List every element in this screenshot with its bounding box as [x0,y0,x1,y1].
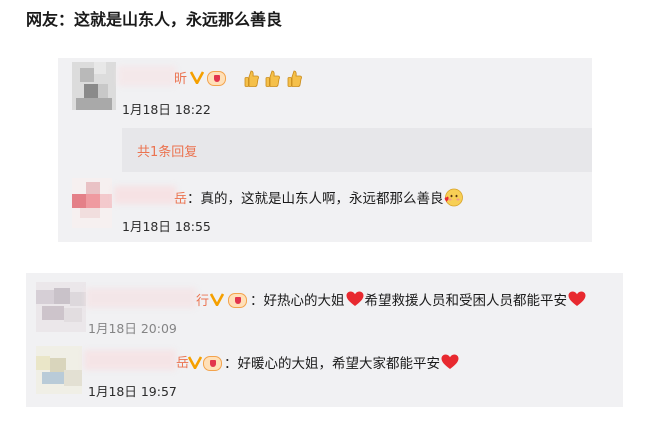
username-blurred[interactable] [86,288,196,308]
username-visible-part: 行 [196,294,210,309]
username-visible-part: 岳 [174,192,188,207]
thumbs-up-icon [287,70,302,87]
avatar[interactable] [72,178,112,228]
reply-count-link[interactable]: 共1条回复 [137,141,197,160]
reply-text: ：真的，这就是山东人啊，永远都那么善良 [187,187,463,207]
thumbs-up-icon [244,70,259,87]
comment-text: ：好热心的大姐 希望救援人员和受困人员都能平安 [250,289,587,309]
username-blurred[interactable] [114,186,176,204]
username-blurred[interactable] [118,66,176,86]
verified-badge-icon [189,70,205,85]
avatar[interactable] [36,282,86,332]
comment-text-part-2: 希望救援人员和受困人员都能平安 [364,293,568,309]
thumbs-up-icon [265,70,280,87]
verified-badge-icon [187,355,203,370]
reply-timestamp: 1月18日 18:55 [122,219,211,234]
vip-badge-icon [203,356,222,371]
username-visible-part: 昕 [174,72,188,87]
reply-count-bar[interactable]: 共1条回复 [122,128,592,172]
username[interactable]: 岳 [174,188,187,208]
comment-timestamp: 1月18日 19:57 [88,384,177,399]
username[interactable]: 昕 [174,68,187,88]
heart-icon [346,291,364,307]
vip-badge-icon [207,71,226,86]
comment-timestamp: 1月18日 20:09 [88,321,177,336]
comment-text-part-1: ：好热心的大姐 [250,293,345,309]
heart-icon [441,354,459,370]
avatar[interactable] [72,62,116,110]
username[interactable]: 行 [196,290,209,310]
avatar[interactable] [36,346,82,394]
comment-timestamp: 1月18日 18:22 [122,102,211,117]
heart-icon [568,291,586,307]
reply-text-content: ：真的，这就是山东人啊，永远都那么善良 [187,191,444,207]
username-blurred[interactable] [84,350,176,370]
comment-text: ：好暖心的大姐，希望大家都能平安 [224,352,460,372]
vip-badge-icon [228,293,247,308]
article-heading: 网友：这就是山东人，永远那么善良 [26,10,283,29]
verified-badge-icon [209,292,225,307]
comment-text-content: ：好暖心的大姐，希望大家都能平安 [224,356,440,372]
blush-heart-icon [444,188,463,207]
